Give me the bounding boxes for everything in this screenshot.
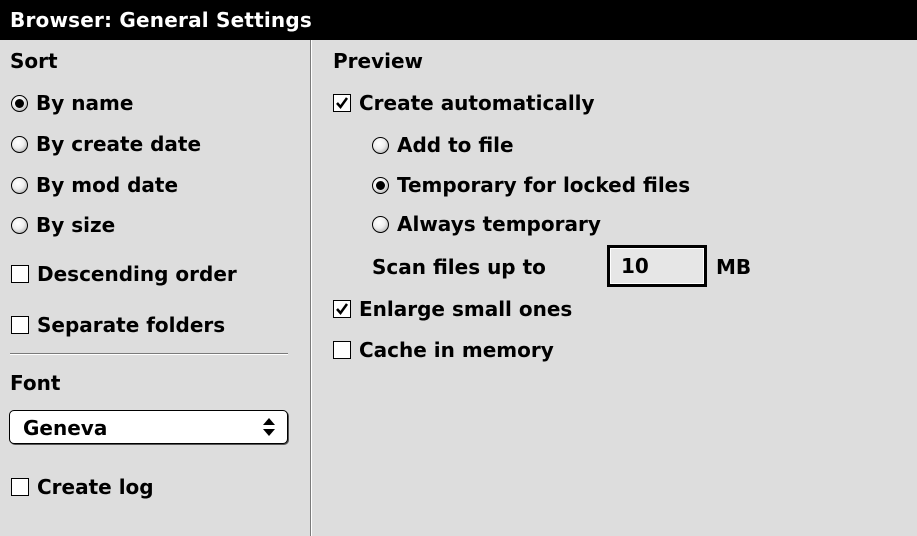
- window-title-bar[interactable]: Browser: General Settings: [0, 0, 917, 40]
- scan-size-field[interactable]: 10: [607, 245, 707, 287]
- checkbox-unchecked-icon: [11, 316, 29, 334]
- radio-unselected-icon: [11, 216, 28, 234]
- cache-in-memory-label: Cache in memory: [359, 338, 554, 362]
- sort-by-name-label: By name: [36, 91, 134, 115]
- font-popup-value: Geneva: [23, 416, 108, 440]
- preview-section-title: Preview: [333, 49, 424, 73]
- create-automatically-checkbox[interactable]: Create automatically: [333, 91, 595, 115]
- descending-order-label: Descending order: [37, 262, 237, 286]
- enlarge-small-ones-label: Enlarge small ones: [359, 297, 573, 321]
- radio-unselected-icon: [372, 136, 389, 154]
- descending-order-checkbox[interactable]: Descending order: [11, 262, 237, 286]
- temporary-for-locked-files-label: Temporary for locked files: [397, 173, 691, 197]
- always-temporary-label: Always temporary: [397, 212, 601, 236]
- radio-selected-icon: [11, 94, 28, 112]
- scan-unit-label: MB: [716, 255, 752, 279]
- horizontal-divider: [10, 353, 288, 355]
- create-log-label: Create log: [37, 475, 154, 499]
- checkbox-unchecked-icon: [333, 341, 351, 359]
- sort-by-size-label: By size: [36, 213, 116, 237]
- checkbox-checked-icon: [333, 300, 351, 318]
- up-down-arrows-icon: [261, 415, 277, 439]
- vertical-divider: [310, 40, 312, 536]
- checkbox-checked-icon: [333, 94, 351, 112]
- sort-by-mod-date-label: By mod date: [36, 173, 179, 197]
- checkbox-unchecked-icon: [11, 478, 29, 496]
- cache-in-memory-checkbox[interactable]: Cache in memory: [333, 338, 554, 362]
- sort-section-title: Sort: [10, 49, 58, 73]
- window-title: Browser: General Settings: [10, 8, 312, 32]
- sort-by-create-date-label: By create date: [36, 132, 202, 156]
- separate-folders-checkbox[interactable]: Separate folders: [11, 313, 225, 337]
- sort-by-name-radio[interactable]: By name: [11, 91, 133, 115]
- enlarge-small-ones-checkbox[interactable]: Enlarge small ones: [333, 297, 572, 321]
- sort-by-mod-date-radio[interactable]: By mod date: [11, 173, 178, 197]
- font-section-title: Font: [10, 371, 61, 395]
- scan-files-label: Scan files up to: [372, 255, 546, 279]
- scan-size-value[interactable]: 10: [610, 248, 704, 284]
- separate-folders-label: Separate folders: [37, 313, 226, 337]
- add-to-file-radio[interactable]: Add to file: [372, 133, 514, 157]
- font-popup-menu[interactable]: Geneva: [9, 410, 288, 444]
- always-temporary-radio[interactable]: Always temporary: [372, 212, 601, 236]
- add-to-file-label: Add to file: [397, 133, 514, 157]
- temporary-for-locked-files-radio[interactable]: Temporary for locked files: [372, 173, 690, 197]
- sort-by-create-date-radio[interactable]: By create date: [11, 132, 201, 156]
- checkbox-unchecked-icon: [11, 265, 29, 283]
- radio-unselected-icon: [11, 135, 28, 153]
- radio-unselected-icon: [11, 176, 28, 194]
- radio-unselected-icon: [372, 215, 389, 233]
- radio-selected-icon: [372, 176, 389, 194]
- create-log-checkbox[interactable]: Create log: [11, 475, 154, 499]
- create-automatically-label: Create automatically: [359, 91, 595, 115]
- sort-by-size-radio[interactable]: By size: [11, 213, 115, 237]
